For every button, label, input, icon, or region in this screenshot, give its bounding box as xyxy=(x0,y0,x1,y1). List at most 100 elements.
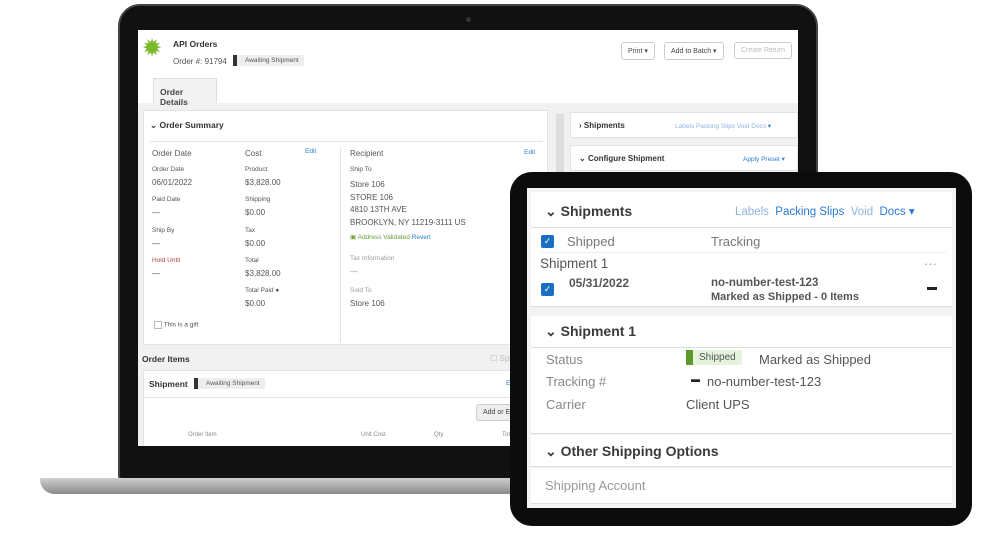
truck-icon: ▬ xyxy=(927,282,937,293)
total-value: $3,828.00 xyxy=(245,269,281,278)
divider xyxy=(531,347,952,348)
order-header: ✹ API Orders Order #: 91794 Awaiting Shi… xyxy=(138,30,798,107)
docs-link[interactable]: Docs xyxy=(880,206,906,218)
print-button[interactable]: Print ▾ xyxy=(621,42,655,60)
tab-order-details[interactable]: Order Details xyxy=(153,78,217,107)
tablet-screen: ⌄ Shipments Labels Packing Slips Void Do… xyxy=(527,188,956,508)
shipment-status-badge: Awaiting Shipment xyxy=(194,378,265,389)
total-label: Total xyxy=(245,257,259,264)
tax-info-value: — xyxy=(350,267,358,276)
cost-edit-link[interactable]: Edit xyxy=(305,148,316,155)
truck-icon: ▬ xyxy=(691,374,700,384)
status-text: Marked as Shipped xyxy=(759,352,872,367)
tracking-link[interactable]: no-number-test-123 xyxy=(711,277,818,289)
divider xyxy=(531,227,952,228)
shipping-value: $0.00 xyxy=(245,208,266,217)
gift-label: This is a gift xyxy=(163,321,199,329)
other-shipping-options-header[interactable]: ⌄ Other Shipping Options xyxy=(531,435,952,467)
ship-by-label: Ship By xyxy=(152,227,175,234)
product-value: $3,828.00 xyxy=(245,178,281,187)
shipping-account-row: Shipping Account xyxy=(531,468,952,504)
hold-until-value: — xyxy=(152,269,160,278)
select-all-checkbox[interactable]: ✓ xyxy=(541,235,554,248)
column-header: Unit Cost xyxy=(361,432,386,438)
revert-link[interactable]: Revert xyxy=(412,234,431,241)
shipments-label: Shipments xyxy=(583,121,625,130)
labels-link[interactable]: Labels xyxy=(735,206,769,218)
add-to-batch-label: Add to Batch xyxy=(671,48,712,55)
order-summary-label: Order Summary xyxy=(159,120,224,130)
order-date-label: Order Date xyxy=(152,166,185,173)
gift-checkbox[interactable]: This is a gift xyxy=(154,321,198,329)
address-line: 4810 13TH AVE xyxy=(350,205,407,214)
caret-down-icon: ▾ xyxy=(905,206,915,218)
address-line: STORE 106 xyxy=(350,192,393,202)
address-validated: ▣ Address Validated Revert xyxy=(350,233,431,241)
ship-to-address: Store 106 STORE 106 4810 13TH AVE BROOKL… xyxy=(350,179,466,229)
help-icon[interactable]: ● xyxy=(275,287,279,294)
row-status: Marked as Shipped - 0 Items xyxy=(711,291,859,303)
shipments-actions: Labels Packing Slips Void Docs ▾ xyxy=(675,122,771,130)
column-shipped: Shipped xyxy=(567,234,615,249)
app-title: API Orders xyxy=(173,39,218,49)
cost-heading: Cost xyxy=(245,149,262,158)
sold-to-label: Sold To xyxy=(350,287,372,294)
tracking-number-link[interactable]: no-number-test-123 xyxy=(707,374,821,389)
void-link[interactable]: Void xyxy=(737,123,750,130)
gear-logo-icon: ✹ xyxy=(142,35,163,62)
column-header: Qty xyxy=(434,432,444,438)
shipments-panel[interactable]: › Shipments Labels Packing Slips Void Do… xyxy=(570,112,798,138)
print-label: Print xyxy=(628,48,643,55)
caret-down-icon: ▾ xyxy=(766,123,772,130)
column-tracking: Tracking xyxy=(711,234,761,249)
hold-until-label: Hold Until xyxy=(152,257,181,264)
shipped-badge: Shipped xyxy=(686,350,742,365)
paid-date-label: Paid Date xyxy=(152,196,181,203)
ship-date: 05/31/2022 xyxy=(569,276,630,290)
configure-shipment-title: ⌄ Configure Shipment xyxy=(579,154,665,163)
shipment-row-checkbox[interactable]: ✓ xyxy=(541,283,554,296)
shipment-label: Shipment xyxy=(149,379,188,389)
shipments-header[interactable]: ⌄ Shipments xyxy=(545,203,632,220)
apply-preset-label: Apply Preset xyxy=(743,156,780,163)
tracking-label: Tracking # xyxy=(546,374,607,389)
shipment-card: Shipment Awaiting Shipment Edit Add or E… xyxy=(143,370,549,446)
order-summary-title[interactable]: ⌄ Order Summary xyxy=(150,120,543,142)
order-number: Order #: 91794 xyxy=(173,57,227,66)
shipping-account-label: Shipping Account xyxy=(545,478,646,493)
order-items-title: Order Items xyxy=(142,354,190,364)
order-date-heading: Order Date xyxy=(152,149,192,158)
divider xyxy=(144,397,549,398)
labels-link[interactable]: Labels xyxy=(675,123,694,130)
column-header: Order Item xyxy=(188,432,217,438)
packing-slips-link[interactable]: Packing Slips xyxy=(775,206,844,218)
add-to-batch-button[interactable]: Add to Batch ▾ xyxy=(664,42,724,60)
camera-icon xyxy=(466,17,471,22)
shipments-title: › Shipments xyxy=(579,121,625,130)
total-paid-text: Total Paid xyxy=(245,287,274,294)
other-options-title: ⌄ Other Shipping Options xyxy=(545,443,719,459)
shipments-actions: Labels Packing Slips Void Docs ▾ xyxy=(735,204,915,218)
address-line: BROOKLYN, NY 11219-3111 US xyxy=(350,217,466,227)
divider xyxy=(541,252,946,253)
shipping-label: Shipping xyxy=(245,196,271,203)
order-summary-card: ⌄ Order Summary Order Date Cost Edit Ord… xyxy=(143,110,548,345)
configure-shipment-panel[interactable]: ⌄ Configure Shipment Apply Preset ▾ xyxy=(570,145,798,171)
total-paid-value: $0.00 xyxy=(245,299,266,308)
packing-slips-link[interactable]: Packing Slips xyxy=(696,123,735,130)
apply-preset-dropdown[interactable]: Apply Preset ▾ xyxy=(743,155,785,163)
sold-to-value: Store 106 xyxy=(350,299,385,308)
order-date-value: 06/01/2022 xyxy=(152,178,193,187)
shipment-1-header[interactable]: ⌄ Shipment 1 xyxy=(545,323,636,340)
ship-by-value: — xyxy=(152,239,160,248)
void-link[interactable]: Void xyxy=(851,206,873,218)
shipment-1-title: Shipment 1 xyxy=(560,323,637,339)
shipment-1-link[interactable]: Shipment 1 xyxy=(540,256,608,271)
carrier-value: Client UPS xyxy=(686,397,750,412)
create-return-button[interactable]: Create Return xyxy=(734,42,792,59)
paid-date-value: — xyxy=(152,208,160,217)
carrier-label: Carrier xyxy=(546,397,586,412)
docs-link[interactable]: Docs xyxy=(751,123,766,130)
more-options-icon[interactable]: ··· xyxy=(924,256,937,271)
recipient-edit-link[interactable]: Edit xyxy=(524,149,535,156)
